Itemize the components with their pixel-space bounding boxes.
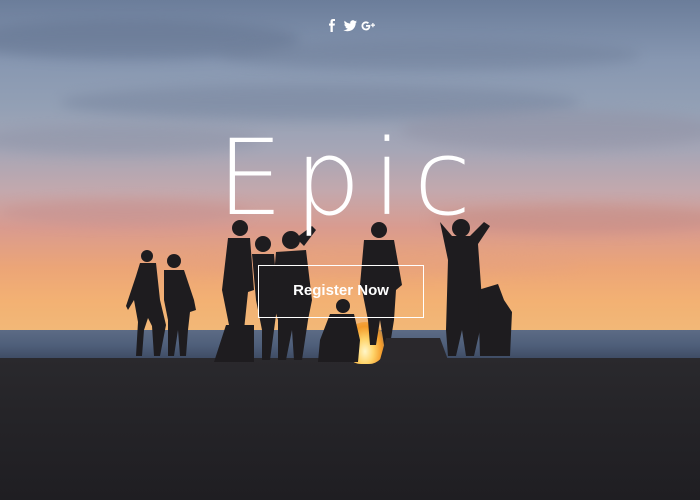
hero-section: Epic Register Now <box>0 0 700 500</box>
facebook-icon[interactable] <box>324 18 340 34</box>
register-button[interactable]: Register Now <box>258 265 424 318</box>
google-plus-icon[interactable] <box>360 18 376 34</box>
silhouettes <box>0 0 700 500</box>
twitter-icon[interactable] <box>342 18 358 34</box>
hero-title: Epic <box>217 117 483 239</box>
social-links <box>0 18 700 34</box>
